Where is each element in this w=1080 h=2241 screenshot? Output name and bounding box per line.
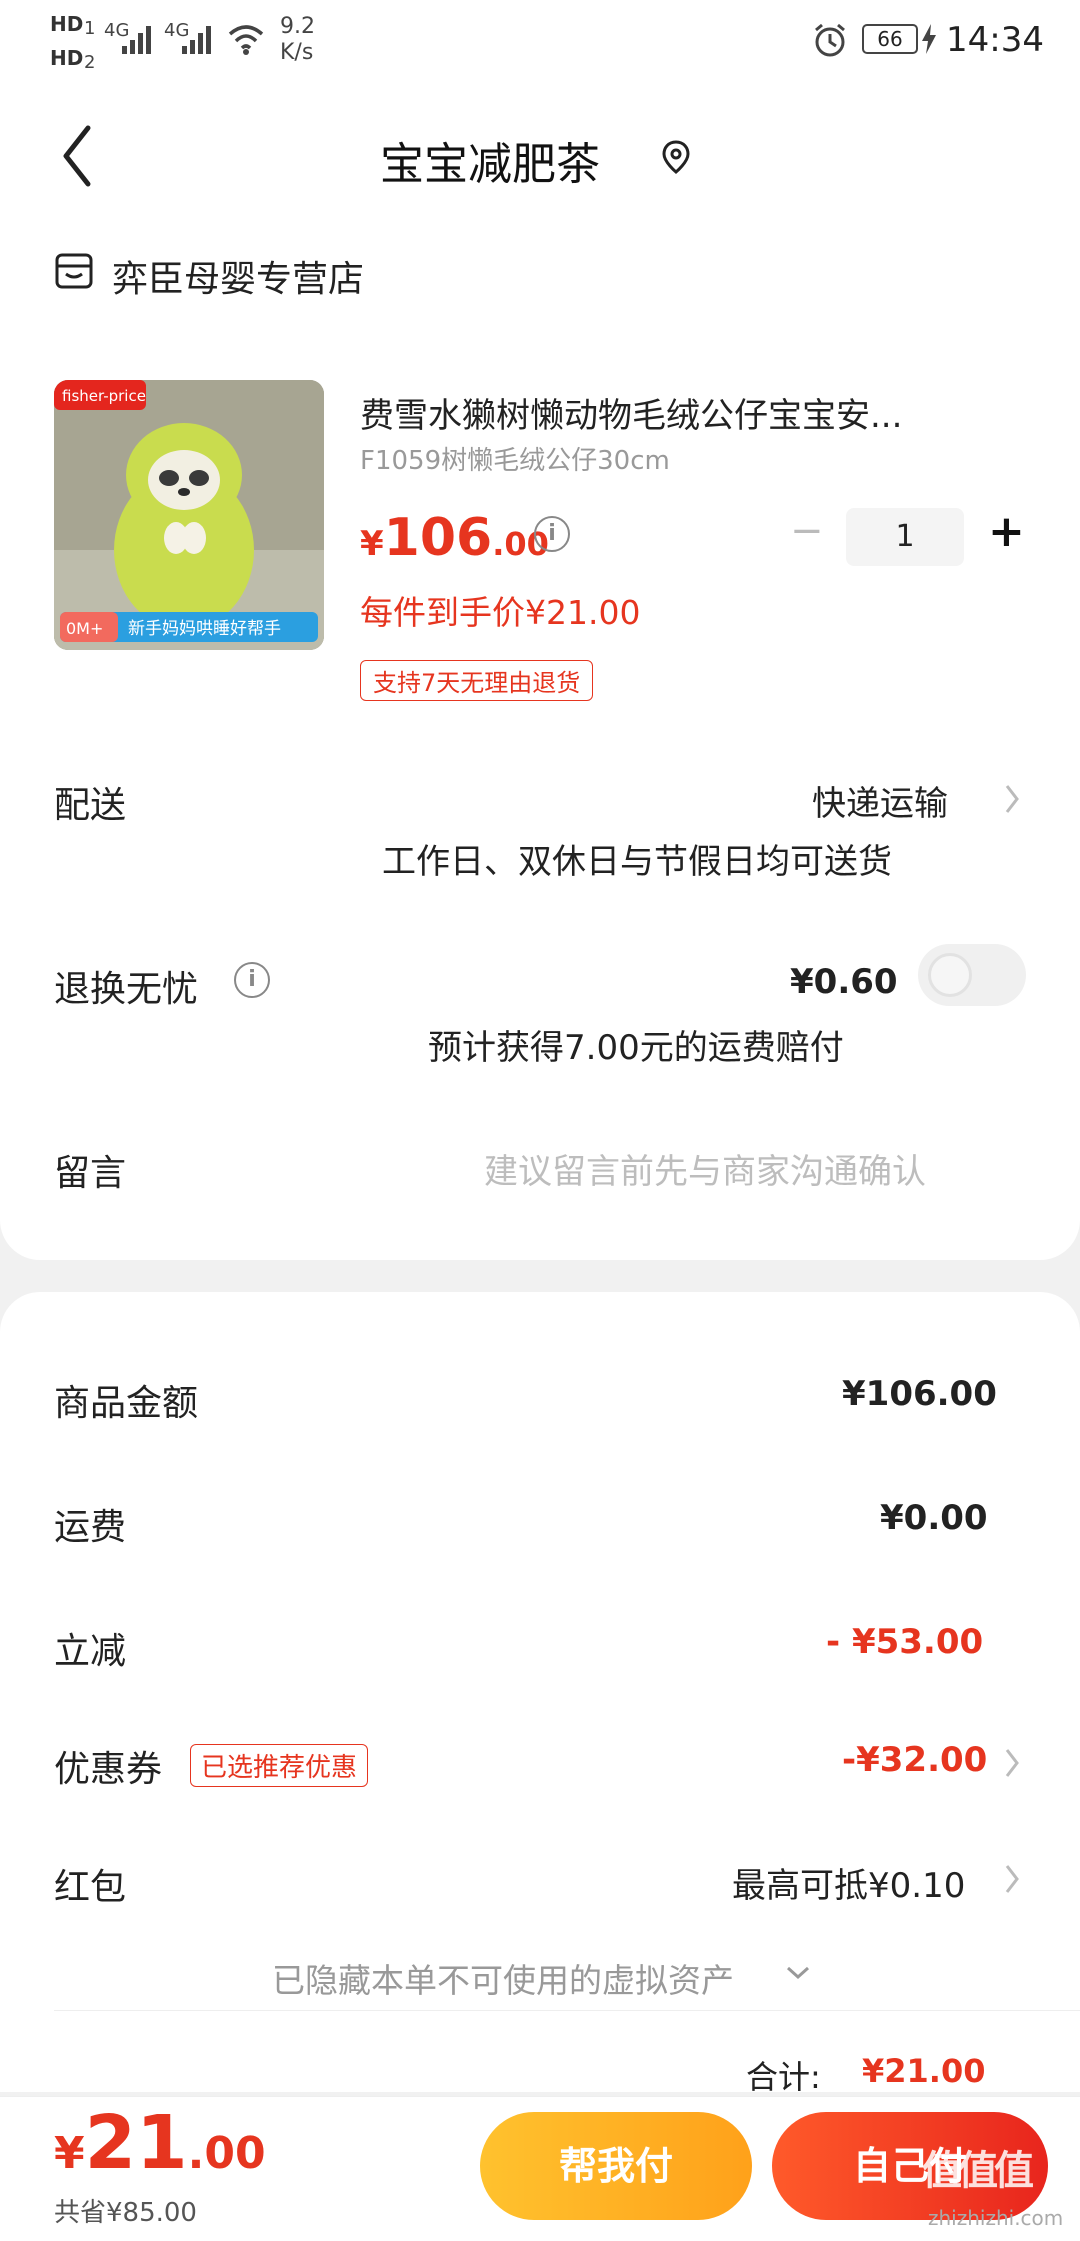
return-insurance-note: 预计获得7.00元的运费赔付 <box>428 1028 844 1068</box>
product-title[interactable]: 费雪水獭树懒动物毛绒公仔宝宝安... <box>360 388 902 437</box>
message-input[interactable]: 建议留言前先与商家沟通确认 <box>484 1144 926 1193</box>
bottom-price-integer: 21 <box>84 2100 188 2186</box>
bottom-price-decimal: .00 <box>187 2128 266 2179</box>
coupon-value[interactable]: -¥32.00 <box>842 1740 987 1780</box>
instant-discount-value: - ¥53.00 <box>826 1622 984 1662</box>
return-insurance-label: 退换无忧 <box>54 969 199 1010</box>
status-bar: HD 1 HD 2 4G 4G 9.2 K/s 66 14:34 <box>0 0 1080 80</box>
total-value: ¥21.00 <box>862 2052 986 2090</box>
red-packet-value[interactable]: 最高可抵¥0.10 <box>732 1858 965 1907</box>
delivery-chevron-icon[interactable] <box>1002 782 1022 816</box>
location-pin-icon[interactable] <box>660 140 692 176</box>
sloth-toy-image: fisher-price 0M+ 新手妈妈哄睡好帮手 <box>54 380 324 650</box>
price-integer: 106 <box>383 508 493 568</box>
clock: 14:34 <box>946 20 1044 60</box>
age-badge: 0M+ <box>66 619 103 638</box>
return-policy-tag: 支持7天无理由退货 <box>360 660 594 701</box>
shipping-value: ¥0.00 <box>880 1498 988 1538</box>
watermark-site: zhizhizhi.com <box>928 2206 1064 2230</box>
product-price: ¥106.00 <box>360 508 549 568</box>
speed-value: 9.2 <box>280 14 315 39</box>
message-label: 留言 <box>54 1153 127 1194</box>
hd1-indicator: HD <box>50 12 84 36</box>
instant-discount-label: 立减 <box>54 1631 127 1672</box>
goods-amount-value: ¥106.00 <box>842 1374 997 1414</box>
quantity-plus-button[interactable]: + <box>988 506 1025 557</box>
delivery-label: 配送 <box>54 785 127 826</box>
price-symbol: ¥ <box>360 524 384 564</box>
price-info-icon[interactable]: i <box>534 516 570 552</box>
summary-divider <box>54 2010 1080 2011</box>
store-name[interactable]: 弈臣母婴专营店 <box>112 250 364 302</box>
signal2-icon <box>182 26 211 54</box>
bottom-total-price: ¥21.00 <box>54 2100 266 2186</box>
toggle-knob <box>928 953 972 997</box>
battery-indicator: 66 <box>862 24 918 54</box>
product-spec: F1059树懒毛绒公仔30cm <box>360 446 670 476</box>
shipping-label: 运费 <box>54 1507 127 1548</box>
charging-icon <box>922 24 936 54</box>
delivery-method[interactable]: 快递运输 <box>812 776 948 825</box>
red-packet-label: 红包 <box>54 1867 127 1908</box>
back-icon[interactable] <box>58 124 98 188</box>
goods-amount-label: 商品金额 <box>54 1383 199 1424</box>
watermark-logo: 值值值 <box>922 2148 1034 2194</box>
signal1-icon <box>122 26 151 54</box>
red-packet-chevron-icon[interactable] <box>1002 1862 1022 1896</box>
image-caption: 新手妈妈哄睡好帮手 <box>128 619 281 639</box>
total-label: 合计: <box>746 2058 821 2096</box>
return-insurance-price: ¥0.60 <box>790 962 898 1002</box>
hd1-sub: 1 <box>84 18 96 39</box>
saved-amount: 共省¥85.00 <box>54 2198 197 2228</box>
coupon-chevron-icon[interactable] <box>1002 1746 1022 1780</box>
hd2-sub: 2 <box>84 52 96 73</box>
help-me-pay-button[interactable]: 帮我付 <box>480 2112 752 2220</box>
network-speed: 9.2 K/s <box>280 14 315 66</box>
unit-price: 每件到手价¥21.00 <box>360 593 641 632</box>
quantity-input[interactable]: 1 <box>846 508 964 566</box>
page-title: 宝宝减肥茶 <box>380 139 600 190</box>
quantity-minus-button[interactable]: − <box>790 508 824 554</box>
alarm-icon <box>815 23 845 57</box>
hd2-indicator: HD <box>50 46 84 70</box>
store-icon <box>55 253 93 289</box>
wifi-icon <box>228 25 264 55</box>
delivery-schedule: 工作日、双休日与节假日均可送货 <box>382 842 892 882</box>
hidden-assets-note[interactable]: 已隐藏本单不可使用的虚拟资产 <box>272 1954 734 2002</box>
return-insurance-toggle[interactable] <box>918 944 1026 1006</box>
brand-logo: fisher-price <box>62 387 146 405</box>
chevron-down-icon[interactable] <box>784 1962 812 1984</box>
product-image[interactable]: fisher-price 0M+ 新手妈妈哄睡好帮手 <box>54 380 324 650</box>
speed-unit: K/s <box>280 40 314 65</box>
coupon-label: 优惠券 <box>54 1749 163 1790</box>
return-insurance-info-icon[interactable]: i <box>234 962 270 998</box>
bottom-price-symbol: ¥ <box>54 2128 85 2179</box>
coupon-tag: 已选推荐优惠 <box>190 1744 369 1787</box>
